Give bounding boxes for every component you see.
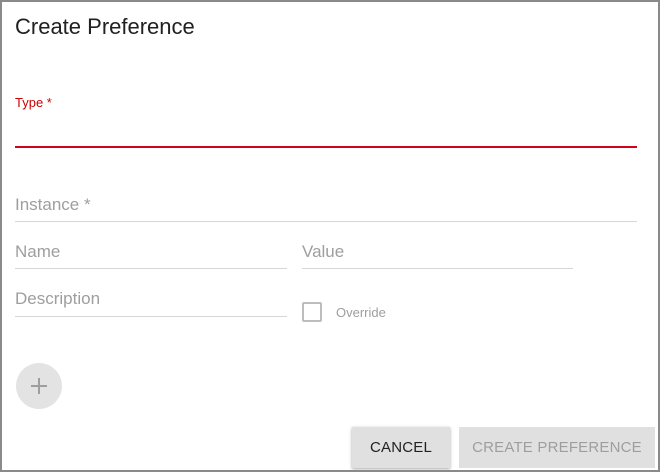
name-input[interactable] [15,243,287,267]
instance-input[interactable] [15,196,637,220]
instance-underline [15,221,637,222]
description-field[interactable]: Description [15,284,287,317]
type-label: Type * [15,95,52,110]
name-field[interactable]: Name [15,237,287,269]
override-checkbox[interactable] [302,302,322,322]
add-button[interactable] [16,363,62,409]
description-input[interactable] [15,291,287,315]
type-underline-focused [15,146,637,148]
name-underline [15,268,287,269]
value-input[interactable] [302,243,573,267]
plus-icon [31,378,47,394]
type-field[interactable]: Type * [15,92,637,148]
override-checkbox-row[interactable]: Override [302,302,386,322]
cancel-button[interactable]: CANCEL [352,427,450,468]
value-field[interactable]: Value [302,237,573,269]
override-label: Override [336,304,386,320]
description-underline [15,316,287,317]
type-input[interactable] [15,122,637,146]
instance-field[interactable]: Instance * [15,190,637,222]
value-underline [302,268,573,269]
dialog-title: Create Preference [15,14,195,39]
create-preference-dialog: Create Preference Type * Instance * Name… [0,0,660,472]
create-preference-button[interactable]: CREATE PREFERENCE [459,427,655,468]
